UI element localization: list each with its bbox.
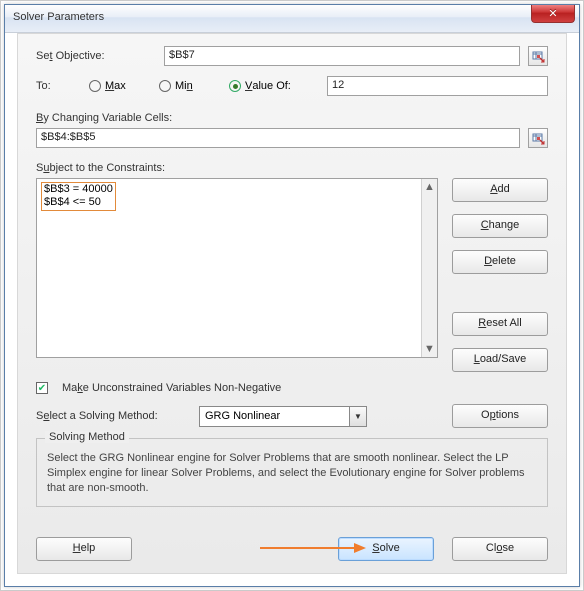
options-button[interactable]: Options	[452, 404, 548, 428]
close-icon: ✕	[548, 7, 557, 20]
range-picker-icon	[532, 132, 545, 145]
close-window-button[interactable]: ✕	[531, 5, 575, 23]
radio-max[interactable]: Max	[89, 80, 151, 92]
solving-method-group: Solving Method Select the GRG Nonlinear …	[36, 438, 548, 507]
to-label: To:	[36, 80, 81, 92]
constraint-buttons: Add Change Delete Reset All Load/Save	[452, 178, 548, 372]
group-title: Solving Method	[45, 431, 129, 443]
listbox-scrollbar[interactable]: ▲ ▼	[421, 179, 437, 357]
nonneg-label: Make Unconstrained Variables Non-Negativ…	[62, 382, 281, 394]
radio-valueof-input[interactable]	[229, 80, 241, 92]
constraints-area: $B$3 = 40000 $B$4 <= 50 ▲ ▼ Add Change D…	[36, 178, 548, 372]
range-picker-icon	[532, 50, 545, 63]
method-value: GRG Nonlinear	[205, 410, 280, 422]
titlebar-buttons: ✕	[531, 5, 575, 23]
scroll-up-icon[interactable]: ▲	[424, 181, 435, 193]
help-button[interactable]: Help	[36, 537, 132, 561]
nonneg-row[interactable]: ✔ Make Unconstrained Variables Non-Negat…	[36, 382, 548, 394]
objective-value: $B$7	[169, 49, 195, 61]
valueof-value: 12	[332, 79, 344, 91]
group-description: Select the GRG Nonlinear engine for Solv…	[47, 451, 537, 496]
constraints-label: Subject to the Constraints:	[36, 162, 548, 174]
radio-min[interactable]: Min	[159, 80, 221, 92]
radio-valueof[interactable]: Value Of:	[229, 80, 319, 92]
add-button[interactable]: Add	[452, 178, 548, 202]
changing-label: By Changing Variable Cells:	[36, 112, 548, 124]
constraints-highlight: $B$3 = 40000 $B$4 <= 50	[41, 182, 116, 211]
reset-all-button[interactable]: Reset All	[452, 312, 548, 336]
changing-input[interactable]: $B$4:$B$5	[36, 128, 520, 148]
constraints-listbox[interactable]: $B$3 = 40000 $B$4 <= 50 ▲ ▼	[36, 178, 438, 358]
dropdown-arrow-icon[interactable]: ▼	[349, 407, 366, 426]
window-title: Solver Parameters	[13, 11, 104, 23]
dialog-window: Solver Parameters ✕ Set Objective: $B$7	[4, 4, 580, 587]
valueof-input[interactable]: 12	[327, 76, 548, 96]
title-bar[interactable]: Solver Parameters ✕	[5, 5, 579, 33]
dialog-body: Set Objective: $B$7	[17, 33, 567, 574]
method-label: Select a Solving Method:	[36, 410, 191, 422]
constraint-item[interactable]: $B$4 <= 50	[44, 196, 113, 209]
changing-ref-button[interactable]	[528, 128, 548, 148]
method-row: Select a Solving Method: GRG Nonlinear ▼…	[36, 404, 548, 428]
footer-right: Solve Close	[338, 537, 548, 561]
method-select[interactable]: GRG Nonlinear ▼	[199, 406, 367, 427]
outer-frame: Solver Parameters ✕ Set Objective: $B$7	[0, 0, 584, 591]
constraint-item[interactable]: $B$3 = 40000	[44, 183, 113, 196]
objective-row: Set Objective: $B$7	[36, 46, 548, 66]
delete-button[interactable]: Delete	[452, 250, 548, 274]
to-row: To: Max Min Value Of: 12	[36, 76, 548, 96]
radio-min-input[interactable]	[159, 80, 171, 92]
changing-value: $B$4:$B$5	[41, 131, 95, 143]
nonneg-checkbox[interactable]: ✔	[36, 382, 48, 394]
change-button[interactable]: Change	[452, 214, 548, 238]
solve-button[interactable]: Solve	[338, 537, 434, 561]
changing-row: $B$4:$B$5	[36, 128, 548, 148]
scroll-down-icon[interactable]: ▼	[424, 343, 435, 355]
radio-max-input[interactable]	[89, 80, 101, 92]
objective-label: Set Objective:	[36, 50, 156, 62]
footer: Help Solve Close	[36, 537, 548, 561]
close-button[interactable]: Close	[452, 537, 548, 561]
objective-ref-button[interactable]	[528, 46, 548, 66]
load-save-button[interactable]: Load/Save	[452, 348, 548, 372]
objective-input[interactable]: $B$7	[164, 46, 520, 66]
